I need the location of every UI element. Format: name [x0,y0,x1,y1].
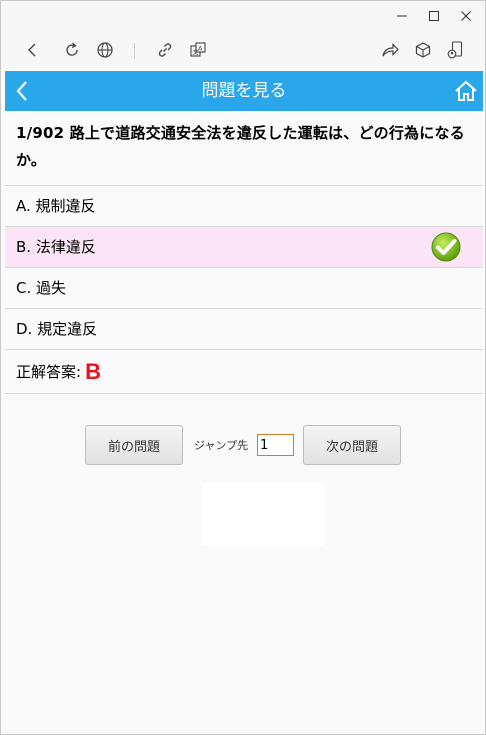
option-label: C. 過失 [16,279,67,297]
minimize-icon [397,15,407,17]
globe-icon [97,42,113,58]
maximize-icon [429,11,439,21]
profile-button[interactable] [443,38,467,62]
browser-toolbar: A 文 [1,31,485,69]
back-icon [28,43,36,57]
package-icon [415,42,431,58]
option-label: B. 法律違反 [16,238,96,256]
prev-question-button[interactable]: 前の問題 [85,425,183,465]
answer-label: 正解答案: [16,363,82,381]
page-title: 問題を見る [201,81,287,101]
option-c[interactable]: C. 過失 [5,268,483,309]
svg-text:A: A [198,45,203,53]
home-icon [455,80,477,101]
app-header: 問題を見る [5,71,483,111]
question-navigation: 前の問題 ジャンプ先 次の問題 [1,425,485,465]
copy-link-button[interactable] [153,38,177,62]
close-button[interactable] [451,5,481,27]
translate-icon: A 文 [190,42,206,57]
answer-value: B [85,358,101,384]
close-icon [461,11,471,21]
browser-window: A 文 問題を見る 1/902 路上で道路交通安全法を違反した運転は、どの行為に… [0,0,486,735]
jump-input[interactable] [257,434,294,456]
site-info-button[interactable] [93,38,117,62]
profile-icon [447,41,463,59]
jump-label: ジャンプ先 [194,439,249,452]
check-icon [431,232,461,262]
share-button[interactable] [378,38,402,62]
option-label: A. 規制違反 [16,197,96,215]
link-icon [158,43,172,57]
refresh-button[interactable] [60,38,84,62]
extensions-button[interactable] [411,38,435,62]
svg-text:文: 文 [193,49,199,57]
question-text: 1/902 路上で道路交通安全法を違反した運転は、どの行為になるか。 [5,111,483,186]
answer-row: 正解答案: B [5,350,483,394]
option-label: D. 規定違反 [16,320,98,338]
home-button[interactable] [453,79,479,103]
option-d[interactable]: D. 規定違反 [5,309,483,350]
title-bar [1,1,485,31]
maximize-button[interactable] [419,5,449,27]
translate-button[interactable]: A 文 [186,38,210,62]
blank-panel [202,483,324,545]
option-a[interactable]: A. 規制違反 [5,186,483,227]
refresh-icon [66,42,78,56]
option-b[interactable]: B. 法律違反 [5,227,483,268]
question-panel: 1/902 路上で道路交通安全法を違反した運転は、どの行為になるか。 A. 規制… [5,111,483,394]
toolbar-divider [134,43,135,59]
share-icon [382,43,399,57]
minimize-button[interactable] [387,5,417,27]
back-button[interactable] [21,38,45,62]
next-question-button[interactable]: 次の問題 [303,425,401,465]
